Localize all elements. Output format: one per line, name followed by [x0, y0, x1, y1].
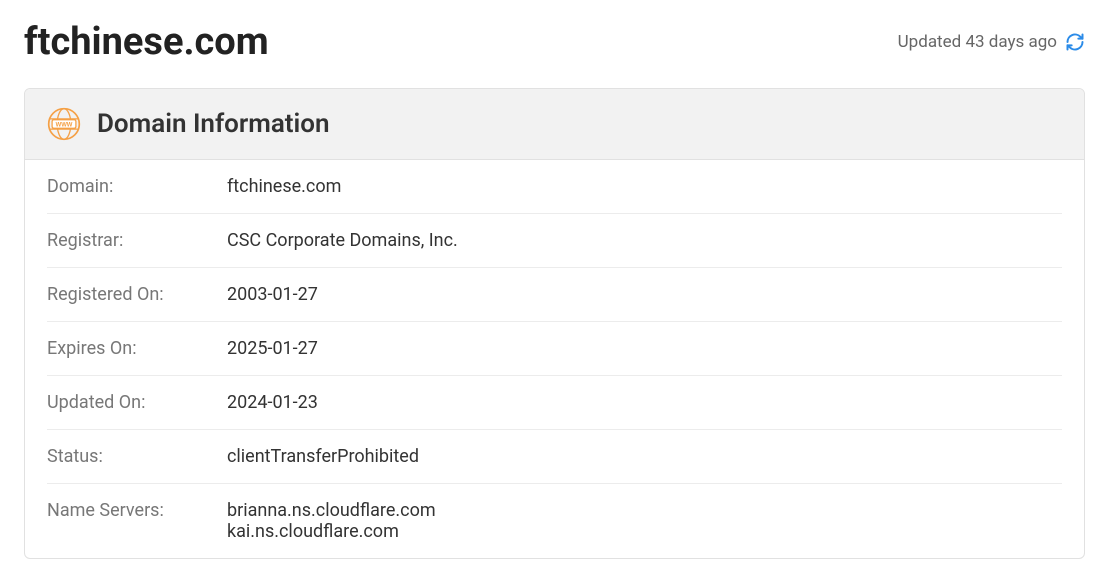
info-value: 2024-01-23	[227, 392, 318, 413]
info-value: ftchinese.com	[227, 176, 341, 197]
info-label: Status:	[47, 446, 227, 467]
page-title: ftchinese.com	[24, 20, 269, 64]
info-row-expires-on: Expires On: 2025-01-27	[47, 322, 1062, 376]
info-row-registrar: Registrar: CSC Corporate Domains, Inc.	[47, 214, 1062, 268]
svg-text:WWW: WWW	[56, 123, 73, 129]
info-row-domain: Domain: ftchinese.com	[47, 160, 1062, 214]
info-value: CSC Corporate Domains, Inc.	[227, 230, 458, 251]
info-row-name-servers: Name Servers: brianna.ns.cloudflare.com …	[47, 484, 1062, 558]
card-header: WWW Domain Information	[25, 89, 1084, 160]
info-row-status: Status: clientTransferProhibited	[47, 430, 1062, 484]
info-label: Expires On:	[47, 338, 227, 359]
refresh-icon[interactable]	[1065, 32, 1085, 52]
info-label: Registrar:	[47, 230, 227, 251]
info-row-updated-on: Updated On: 2024-01-23	[47, 376, 1062, 430]
info-value: 2003-01-27	[227, 284, 318, 305]
info-value: brianna.ns.cloudflare.com kai.ns.cloudfl…	[227, 500, 436, 542]
info-list: Domain: ftchinese.com Registrar: CSC Cor…	[25, 160, 1084, 558]
updated-text: Updated 43 days ago	[898, 32, 1057, 52]
domain-info-card: WWW Domain Information Domain: ftchinese…	[24, 88, 1085, 559]
info-value: clientTransferProhibited	[227, 446, 419, 467]
info-value: 2025-01-27	[227, 338, 318, 359]
info-row-registered-on: Registered On: 2003-01-27	[47, 268, 1062, 322]
page-header: ftchinese.com Updated 43 days ago	[24, 20, 1085, 64]
info-label: Registered On:	[47, 284, 227, 305]
info-label: Domain:	[47, 176, 227, 197]
info-label: Updated On:	[47, 392, 227, 413]
info-label: Name Servers:	[47, 500, 227, 542]
updated-status: Updated 43 days ago	[898, 32, 1085, 52]
www-icon: WWW	[47, 107, 81, 141]
card-title: Domain Information	[97, 109, 330, 139]
